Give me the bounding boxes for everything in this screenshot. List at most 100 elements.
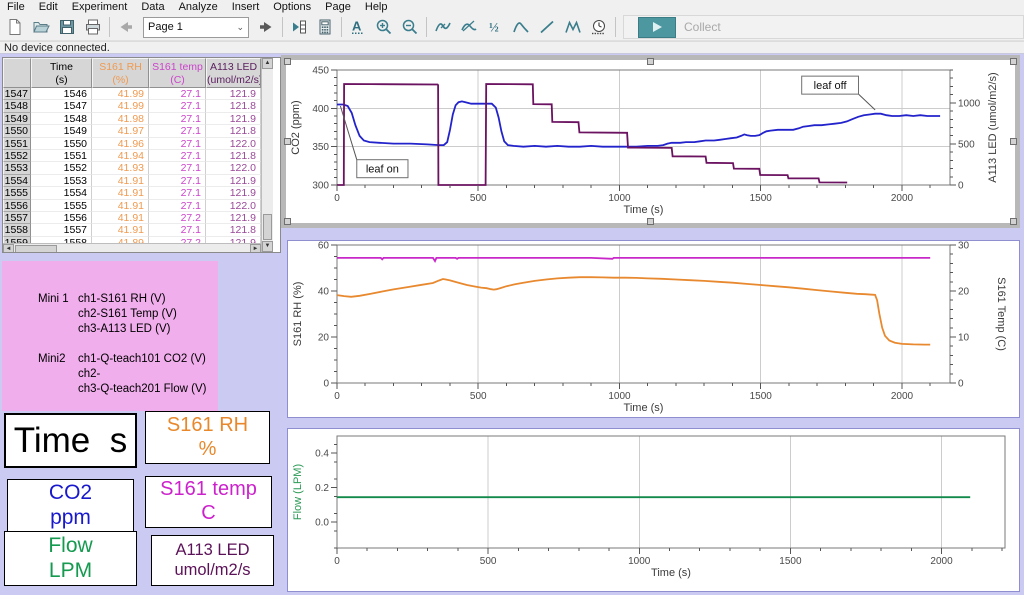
selection-handle[interactable]	[284, 138, 291, 145]
table-cell[interactable]: 121.8	[206, 224, 261, 236]
table-cell[interactable]: 122.0	[206, 138, 261, 150]
table-cell[interactable]: 41.91	[92, 187, 149, 199]
scroll-right-button[interactable]: ►	[250, 244, 261, 253]
rh-label-box[interactable]: S161 RH %	[145, 411, 270, 464]
table-cell[interactable]: 1554	[31, 187, 92, 199]
h-scroll-thumb[interactable]	[15, 245, 57, 253]
selection-handle[interactable]	[1010, 218, 1017, 225]
time-label-box[interactable]: Time s	[4, 413, 137, 468]
table-cell[interactable]: 1550	[31, 138, 92, 150]
table-cell[interactable]: 1557	[31, 224, 92, 236]
led-label-box[interactable]: A113 LED umol/m2/s	[151, 535, 274, 586]
table-cell[interactable]: 121.9	[206, 175, 261, 187]
menu-item-page[interactable]: Page	[318, 1, 358, 13]
table-cell[interactable]: 41.98	[92, 113, 149, 125]
column-header[interactable]: S161 temp(C)	[149, 58, 206, 88]
rh-temp-graph[interactable]: 020406001020300500100015002000S161 RH (%…	[287, 240, 1020, 418]
table-cell[interactable]: 41.91	[92, 224, 149, 236]
table-cell[interactable]: 27.1	[149, 138, 206, 150]
v-scrollbar[interactable]: ▲▼	[261, 58, 273, 252]
table-cell[interactable]: 121.9	[206, 212, 261, 224]
table-cell[interactable]: 27.1	[149, 113, 206, 125]
flow-label-box[interactable]: Flow LPM	[4, 531, 137, 586]
scroll-left-button[interactable]: ◄	[3, 244, 14, 253]
menu-item-edit[interactable]: Edit	[32, 1, 65, 13]
row-number-cell[interactable]: 1556	[3, 200, 31, 212]
row-number-cell[interactable]: 1555	[3, 187, 31, 199]
data-table[interactable]: Time(s)S161 RH(%)S161 temp(C)A113 LED(um…	[2, 57, 281, 253]
table-cell[interactable]: 27.1	[149, 88, 206, 100]
table-cell[interactable]: 1556	[31, 212, 92, 224]
row-number-cell[interactable]: 1550	[3, 125, 31, 137]
selection-handle[interactable]	[647, 218, 654, 225]
scroll-up-button[interactable]: ▲	[262, 58, 273, 69]
row-number-cell[interactable]: 1548	[3, 100, 31, 112]
interpolate-button[interactable]: ½	[482, 15, 508, 39]
save-file-button[interactable]	[54, 15, 80, 39]
table-cell[interactable]: 41.91	[92, 175, 149, 187]
table-cell[interactable]: 1555	[31, 200, 92, 212]
table-cell[interactable]: 41.97	[92, 125, 149, 137]
table-cell[interactable]: 27.1	[149, 150, 206, 162]
row-number-cell[interactable]: 1549	[3, 113, 31, 125]
table-cell[interactable]: 1547	[31, 100, 92, 112]
open-file-button[interactable]	[28, 15, 54, 39]
row-number-cell[interactable]: 1553	[3, 162, 31, 174]
table-cell[interactable]: 121.9	[206, 187, 261, 199]
selection-handle[interactable]	[1010, 58, 1017, 65]
table-cell[interactable]: 27.1	[149, 175, 206, 187]
zoom-in-button[interactable]	[371, 15, 397, 39]
scroll-down-button[interactable]: ▼	[262, 241, 273, 252]
row-number-cell[interactable]: 1552	[3, 150, 31, 162]
menu-item-insert[interactable]: Insert	[225, 1, 267, 13]
table-cell[interactable]: 1552	[31, 162, 92, 174]
column-header[interactable]: Time(s)	[31, 58, 92, 88]
table-cell[interactable]: 122.0	[206, 200, 261, 212]
table-cell[interactable]: 27.2	[149, 212, 206, 224]
column-header[interactable]: A113 LED(umol/m2/s)	[206, 58, 261, 88]
v-scroll-track[interactable]	[262, 69, 273, 213]
tangent-button[interactable]	[456, 15, 482, 39]
statistics-button[interactable]	[560, 15, 586, 39]
selection-handle[interactable]	[647, 58, 654, 65]
table-cell[interactable]: 27.1	[149, 125, 206, 137]
row-number-cell[interactable]: 1558	[3, 224, 31, 236]
table-cell[interactable]: 121.9	[206, 113, 261, 125]
examine-button[interactable]	[430, 15, 456, 39]
table-cell[interactable]: 27.1	[149, 187, 206, 199]
table-cell[interactable]: 41.91	[92, 200, 149, 212]
table-cell[interactable]: 41.91	[92, 212, 149, 224]
table-cell[interactable]: 121.9	[206, 88, 261, 100]
table-cell[interactable]: 41.99	[92, 100, 149, 112]
table-cell[interactable]: 121.8	[206, 150, 261, 162]
menu-item-help[interactable]: Help	[358, 1, 395, 13]
table-cell[interactable]: 122.0	[206, 162, 261, 174]
page-selector[interactable]: Page 1⌄	[143, 17, 249, 38]
co2-label-box[interactable]: CO2 ppm	[7, 479, 134, 532]
table-cell[interactable]: 27.1	[149, 224, 206, 236]
row-number-cell[interactable]: 1554	[3, 175, 31, 187]
table-cell[interactable]: 1553	[31, 175, 92, 187]
data-collection-setup-button[interactable]	[586, 15, 612, 39]
table-cell[interactable]: 27.1	[149, 100, 206, 112]
menu-item-file[interactable]: File	[0, 1, 32, 13]
table-cell[interactable]: 121.8	[206, 125, 261, 137]
zoom-out-button[interactable]	[397, 15, 423, 39]
table-cell[interactable]: 121.8	[206, 100, 261, 112]
table-cell[interactable]: 41.94	[92, 150, 149, 162]
selection-handle[interactable]	[284, 58, 291, 65]
menu-item-data[interactable]: Data	[134, 1, 171, 13]
table-cell[interactable]: 1548	[31, 113, 92, 125]
menu-item-options[interactable]: Options	[266, 1, 318, 13]
table-cell[interactable]: 41.96	[92, 138, 149, 150]
table-cell[interactable]: 41.93	[92, 162, 149, 174]
table-cell[interactable]: 41.99	[92, 88, 149, 100]
text-annotation-button[interactable]: A	[345, 15, 371, 39]
h-scrollbar[interactable]: ◄►	[3, 243, 261, 253]
calculator-button[interactable]	[312, 15, 338, 39]
v-scroll-thumb[interactable]	[263, 214, 272, 240]
curve-fit-button[interactable]	[508, 15, 534, 39]
row-number-cell[interactable]: 1547	[3, 88, 31, 100]
menu-item-experiment[interactable]: Experiment	[65, 1, 135, 13]
table-cell[interactable]: 27.1	[149, 162, 206, 174]
